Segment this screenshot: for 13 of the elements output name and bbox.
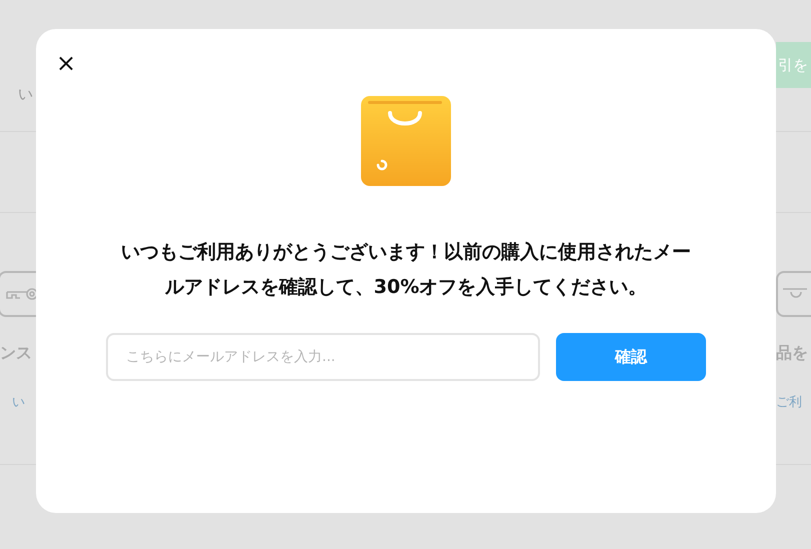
- shopping-bag-icon: [360, 95, 452, 187]
- section-title: ンス: [0, 343, 32, 362]
- email-field[interactable]: こちらにメールアドレスを入力...: [106, 333, 540, 381]
- bag-icon: [783, 287, 809, 301]
- link[interactable]: い: [12, 395, 25, 410]
- key-icon: [6, 285, 36, 303]
- discount-button[interactable]: 引を: [776, 42, 811, 88]
- offer-message: いつもご利用ありがとうございます！以前の購入に使用されたメールアドレスを確認して、30%オフを入手してください。: [120, 240, 692, 300]
- close-button[interactable]: ×: [54, 49, 78, 77]
- description-text: い: [18, 85, 33, 103]
- link[interactable]: ご利: [776, 395, 802, 410]
- confirm-button[interactable]: 確認: [556, 333, 706, 381]
- section-title: 品を: [776, 343, 808, 362]
